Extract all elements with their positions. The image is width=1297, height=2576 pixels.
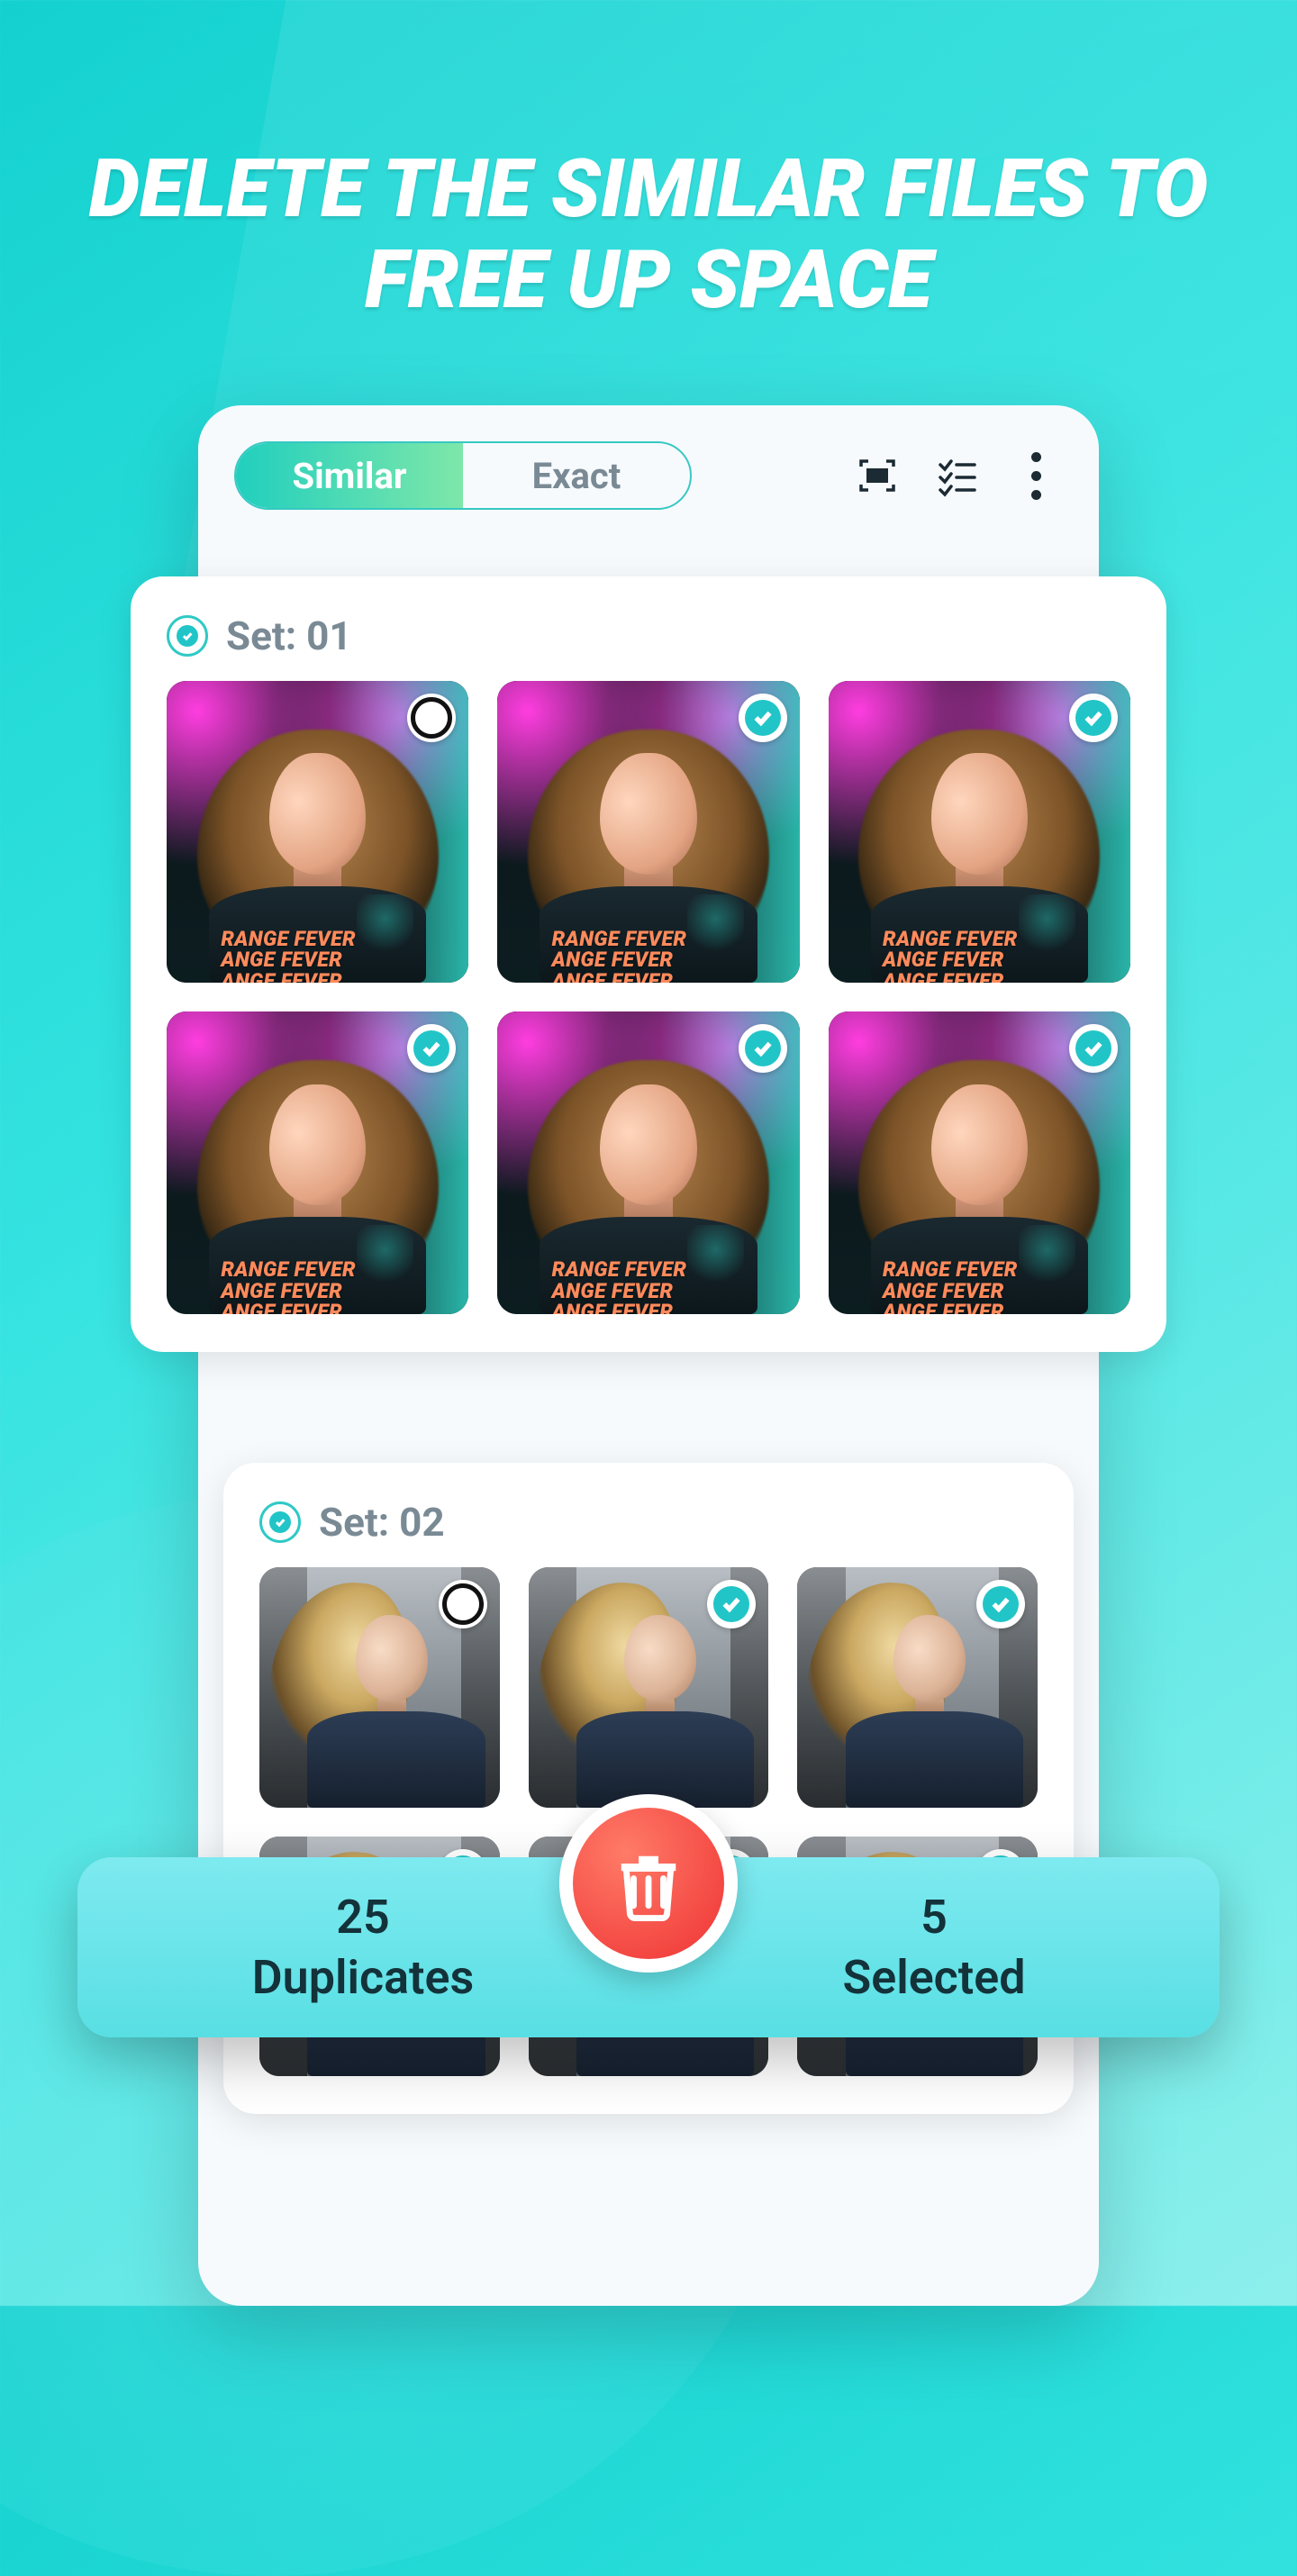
set-label: Set: 02 <box>319 1499 445 1546</box>
select-toggle[interactable] <box>739 1024 787 1073</box>
shirt-text: RANGE FEVER ANGE FEVER ANGE FEVER <box>221 1259 356 1313</box>
select-toggle[interactable] <box>707 1580 756 1628</box>
set-header: Set: 02 <box>259 1499 1038 1546</box>
scan-icon[interactable] <box>850 449 904 503</box>
toolbar: Similar Exact <box>198 405 1099 539</box>
select-toggle[interactable] <box>1069 694 1118 742</box>
select-toggle[interactable] <box>739 694 787 742</box>
select-toggle[interactable] <box>1069 1024 1118 1073</box>
selected-label: Selected <box>648 1950 1220 2005</box>
tab-exact[interactable]: Exact <box>463 443 690 508</box>
set-header: Set: 01 <box>167 612 1130 659</box>
shirt-text: RANGE FEVER ANGE FEVER ANGE FEVER <box>552 1259 687 1313</box>
checklist-icon[interactable] <box>930 449 984 503</box>
photo-thumb[interactable] <box>529 1567 769 1808</box>
set-check-icon[interactable] <box>259 1501 301 1543</box>
photo-thumb[interactable]: RANGE FEVER ANGE FEVER ANGE FEVER <box>829 1011 1130 1313</box>
delete-button[interactable] <box>559 1794 738 1973</box>
select-toggle[interactable] <box>407 694 456 742</box>
photo-thumb[interactable]: RANGE FEVER ANGE FEVER ANGE FEVER <box>497 1011 799 1313</box>
duplicates-label: Duplicates <box>77 1950 648 2005</box>
page-headline: DELETE THE SIMILAR FILES TO FREE UP SPAC… <box>0 144 1297 326</box>
shirt-text: RANGE FEVER ANGE FEVER ANGE FEVER <box>552 929 687 983</box>
photo-thumb[interactable] <box>797 1567 1038 1808</box>
tab-similar[interactable]: Similar <box>236 443 463 508</box>
select-toggle[interactable] <box>976 1580 1025 1628</box>
trash-icon <box>609 1844 688 1923</box>
shirt-text: RANGE FEVER ANGE FEVER ANGE FEVER <box>883 929 1018 983</box>
photo-thumb[interactable]: RANGE FEVER ANGE FEVER ANGE FEVER <box>167 1011 468 1313</box>
set-check-icon[interactable] <box>167 615 208 657</box>
photo-thumb[interactable]: RANGE FEVER ANGE FEVER ANGE FEVER <box>497 681 799 983</box>
photo-thumb[interactable]: RANGE FEVER ANGE FEVER ANGE FEVER <box>829 681 1130 983</box>
bottom-bar: 25 Duplicates 5 Selected <box>77 1857 1220 2037</box>
shirt-text: RANGE FEVER ANGE FEVER ANGE FEVER <box>883 1259 1018 1313</box>
shirt-text: RANGE FEVER ANGE FEVER ANGE FEVER <box>221 929 356 983</box>
thumb-grid: RANGE FEVER ANGE FEVER ANGE FEVER RANGE … <box>167 681 1130 1314</box>
photo-thumb[interactable]: RANGE FEVER ANGE FEVER ANGE FEVER <box>167 681 468 983</box>
photo-thumb[interactable] <box>259 1567 500 1808</box>
segmented-control: Similar Exact <box>234 441 692 510</box>
set-label: Set: 01 <box>226 612 352 659</box>
more-vertical-icon[interactable] <box>1009 449 1063 503</box>
set-card-01: Set: 01 RANGE FEVER ANGE FEVER ANGE FEVE… <box>131 576 1166 1352</box>
select-toggle[interactable] <box>439 1580 487 1628</box>
